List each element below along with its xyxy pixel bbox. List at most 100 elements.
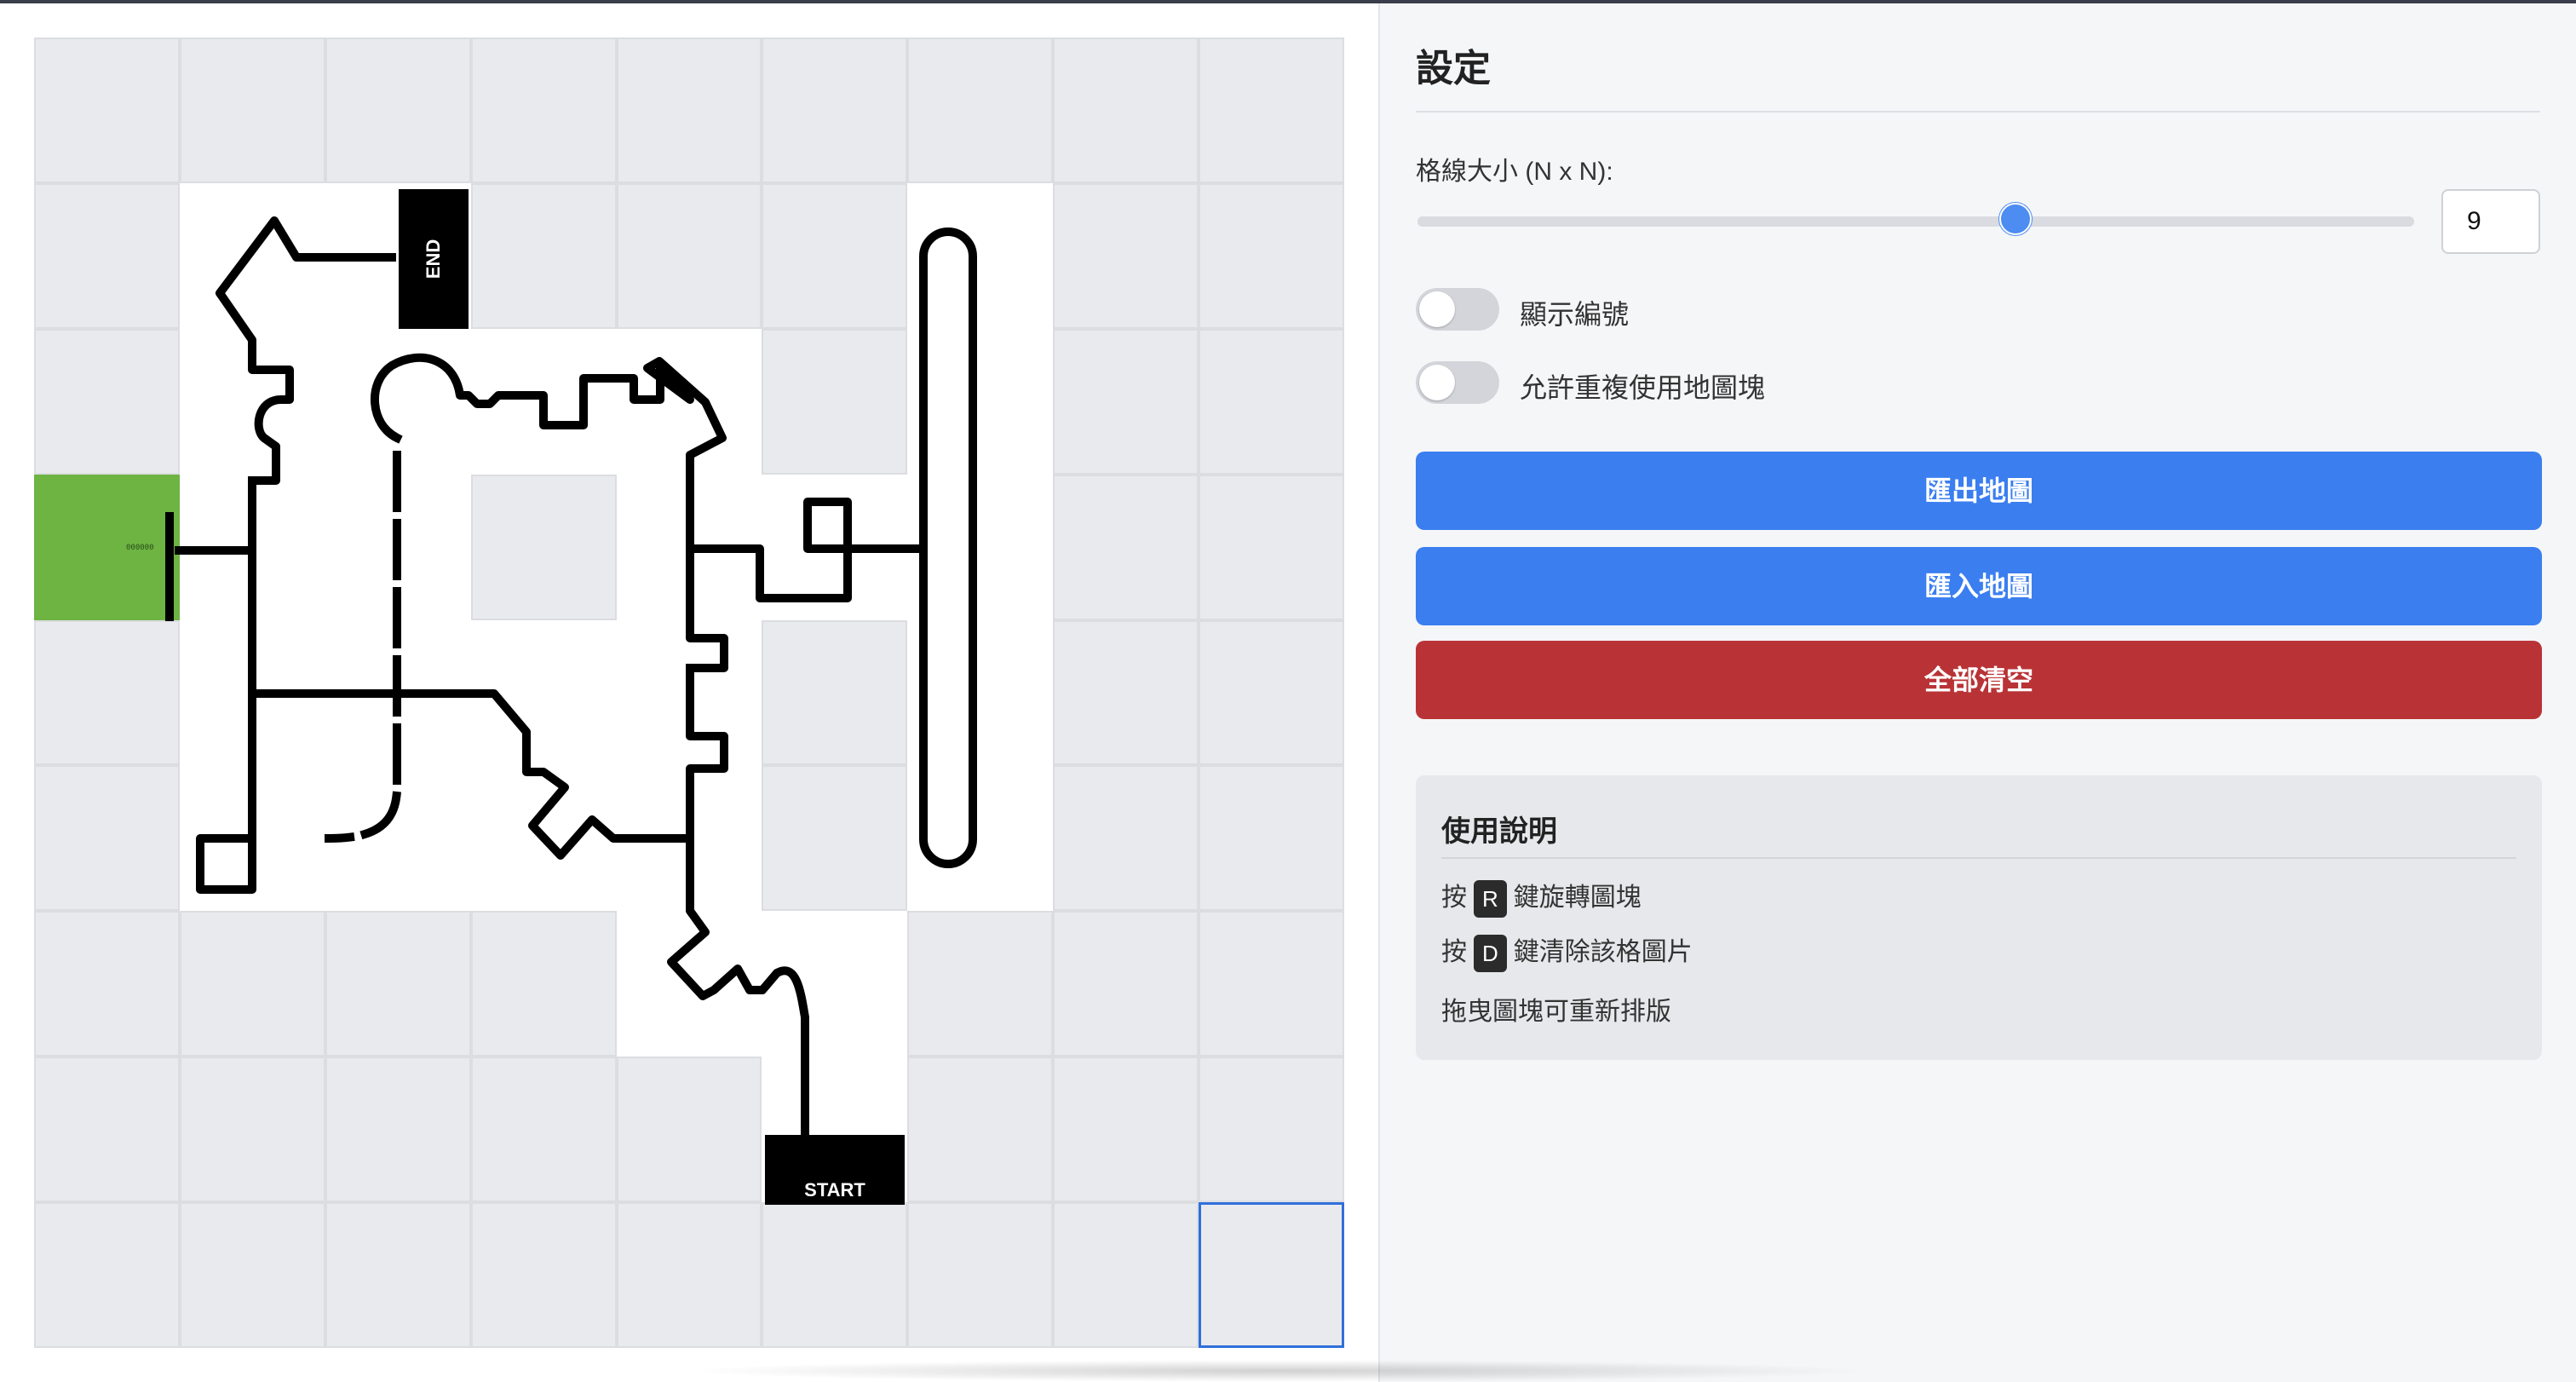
grid-size-input[interactable]: 9 [2441,189,2540,254]
grid-cell[interactable] [616,765,762,912]
grid-cell[interactable] [325,765,471,912]
grid-cell[interactable] [1053,182,1199,329]
start-label: START [804,1179,865,1201]
grid-cell[interactable] [762,474,908,620]
bottom-shadow [681,1360,1874,1382]
grid-cell[interactable] [762,619,908,766]
grid-cell[interactable] [907,911,1054,1057]
grid-cell[interactable] [179,765,325,912]
help-divider [1441,857,2516,859]
green-tile-label: 000000 [126,544,154,552]
grid-cell[interactable] [1053,37,1199,183]
grid-cell[interactable] [1199,37,1344,183]
grid-cell[interactable] [34,1057,180,1203]
grid-cell[interactable] [1053,474,1199,620]
grid-size-slider-thumb[interactable] [1999,203,2032,235]
grid-cell[interactable] [762,1202,908,1348]
grid-cell[interactable] [1053,1202,1199,1348]
grid-cell[interactable] [762,328,908,475]
grid-cell[interactable] [325,474,471,620]
grid-cell[interactable] [470,1202,617,1348]
export-map-button[interactable]: 匯出地圖 [1416,452,2542,530]
grid-cell[interactable] [179,328,325,475]
import-map-button[interactable]: 匯入地圖 [1416,547,2542,625]
grid-cell[interactable] [907,765,1054,912]
grid-cell[interactable] [325,619,471,766]
grid-cell[interactable] [179,911,325,1057]
grid-cell[interactable] [470,474,617,620]
grid-cell[interactable] [1053,765,1199,912]
grid-cell[interactable] [1199,328,1344,475]
grid-cell[interactable] [907,474,1054,620]
grid-cell[interactable] [179,619,325,766]
grid-cell[interactable] [616,182,762,329]
grid-cell[interactable] [907,37,1054,183]
grid-cell[interactable] [470,182,617,329]
grid-cell[interactable] [1199,182,1344,329]
grid-cell[interactable] [616,37,762,183]
clear-all-button[interactable]: 全部清空 [1416,641,2542,719]
grid-cell[interactable] [762,911,908,1057]
grid-cell[interactable] [34,37,180,183]
grid-cell[interactable] [907,1057,1054,1203]
grid-cell[interactable] [1199,619,1344,766]
grid-cell[interactable] [616,1202,762,1348]
grid-cell[interactable] [616,1057,762,1203]
grid-cell[interactable] [616,911,762,1057]
toggle-show-numbers[interactable] [1416,288,1499,331]
grid-cell[interactable] [1053,619,1199,766]
grid-cell[interactable] [1199,765,1344,912]
grid-cell[interactable] [34,1202,180,1348]
grid-cell[interactable] [616,619,762,766]
grid-cell[interactable] [1053,328,1199,475]
grid-size-slider[interactable] [1417,216,2414,227]
grid-cell[interactable] [470,911,617,1057]
grid-cell[interactable] [907,182,1054,329]
grid-cell[interactable] [907,619,1054,766]
grid-cell[interactable] [470,619,617,766]
grid-cell[interactable] [907,1202,1054,1348]
grid-cell[interactable] [1199,474,1344,620]
grid-cell[interactable] [179,182,325,329]
grid-cell[interactable] [1199,911,1344,1057]
grid-cell[interactable] [762,765,908,912]
grid-cell[interactable] [179,1202,325,1348]
grid-cell[interactable] [34,911,180,1057]
grid-cell[interactable] [325,37,471,183]
grid-cell[interactable] [34,619,180,766]
grid-cell[interactable] [34,474,180,620]
grid-cell[interactable] [470,765,617,912]
grid-cell[interactable] [325,1057,471,1203]
end-block: END [399,189,469,329]
grid-cell[interactable] [34,328,180,475]
map-grid[interactable] [34,37,1344,1348]
help-line-rotate: 按 R 鍵旋轉圖塊 [1441,876,1642,918]
grid-cell[interactable] [1053,1057,1199,1203]
grid-cell[interactable] [907,328,1054,475]
settings-divider [1416,111,2540,112]
toggle-knob [1419,291,1455,327]
grid-cell[interactable] [325,1202,471,1348]
grid-cell[interactable] [179,1057,325,1203]
grid-cell[interactable] [325,911,471,1057]
help-line-text: 鍵旋轉圖塊 [1513,884,1642,912]
grid-cell[interactable] [616,474,762,620]
help-line-prefix: 按 [1441,938,1467,966]
grid-cell[interactable] [325,328,471,475]
grid-cell[interactable] [1199,1202,1344,1348]
grid-cell[interactable] [34,182,180,329]
grid-cell[interactable] [762,37,908,183]
grid-cell[interactable] [470,1057,617,1203]
grid-cell[interactable] [762,182,908,329]
grid-cell[interactable] [179,474,325,620]
grid-cell[interactable] [616,328,762,475]
grid-cell[interactable] [34,765,180,912]
grid-cell[interactable] [179,37,325,183]
grid-cell[interactable] [1199,1057,1344,1203]
grid-cell[interactable] [1053,911,1199,1057]
grid-cell[interactable] [470,37,617,183]
toggle-allow-reuse-label: 允許重複使用地圖塊 [1520,372,1766,403]
map-grid-area: START END 000000 [0,3,1378,1382]
toggle-allow-reuse[interactable] [1416,361,1499,404]
grid-cell[interactable] [470,328,617,475]
